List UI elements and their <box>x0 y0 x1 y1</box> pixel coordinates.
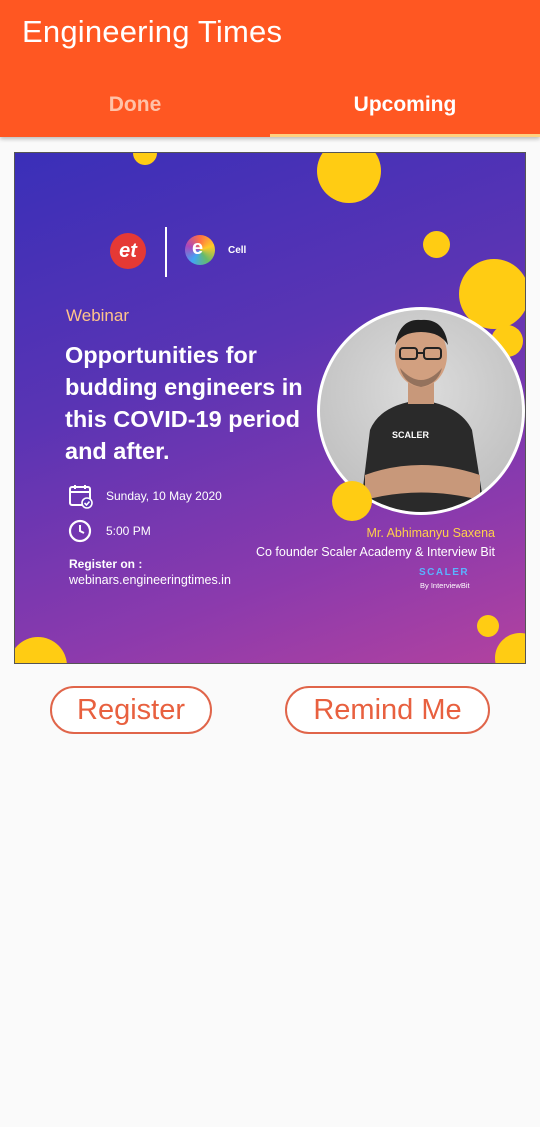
poster-headline: Opportunities for budding engineers in t… <box>65 342 303 464</box>
scaler-logo-subtitle: By InterviewBit <box>420 581 470 590</box>
speaker-name: Mr. Abhimanyu Saxena <box>366 526 495 540</box>
logo-divider <box>165 227 167 277</box>
scaler-logo: SCALER <box>419 567 470 578</box>
tab-upcoming[interactable]: Upcoming <box>270 72 540 137</box>
shirt-logo: SCALER <box>392 430 430 440</box>
poster-kicker: Webinar <box>66 306 129 325</box>
decor-circle <box>317 153 381 203</box>
event-date: Sunday, 10 May 2020 <box>106 489 222 503</box>
et-logo: et <box>110 233 146 269</box>
webinar-poster[interactable]: SCALER et Cell Webinar Opportunities for… <box>14 152 526 664</box>
app-bar: Engineering Times Done Upcoming <box>0 0 540 137</box>
decor-circle <box>15 637 67 663</box>
event-date-row: Sunday, 10 May 2020 <box>68 483 222 509</box>
tab-done[interactable]: Done <box>0 72 270 137</box>
register-url: webinars.engineeringtimes.in <box>69 573 231 587</box>
ecell-logo-label: Cell <box>228 245 247 256</box>
calendar-icon <box>69 485 93 509</box>
register-label: Register on : <box>69 557 143 571</box>
decor-circle <box>332 481 372 521</box>
ecell-logo <box>185 235 215 265</box>
tab-bar: Done Upcoming <box>0 72 540 137</box>
decor-circle <box>423 231 450 258</box>
remind-me-button[interactable]: Remind Me <box>285 686 490 734</box>
event-time-row: 5:00 PM <box>68 518 151 544</box>
decor-circle <box>133 153 157 165</box>
event-time: 5:00 PM <box>106 524 151 538</box>
speaker-role: Co founder Scaler Academy & Interview Bi… <box>255 545 495 559</box>
decor-circle <box>495 633 525 663</box>
clock-icon <box>68 519 92 543</box>
register-button[interactable]: Register <box>50 686 212 734</box>
app-title: Engineering Times <box>22 14 283 49</box>
decor-circle <box>477 615 499 637</box>
